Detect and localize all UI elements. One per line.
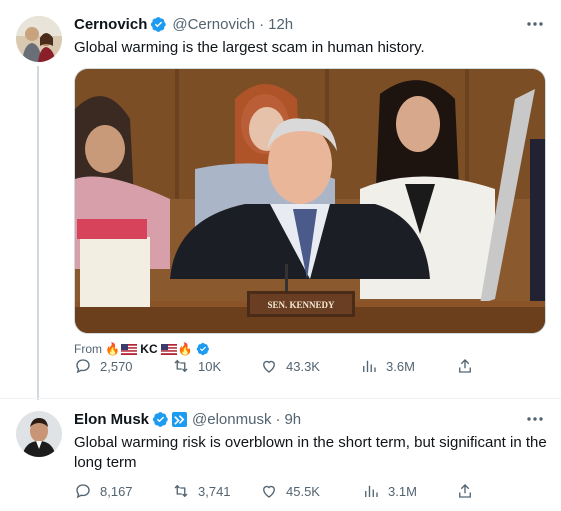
reply-count: 8,167: [100, 483, 133, 499]
view-count: 3.1M: [388, 483, 417, 499]
retweet-icon: [174, 484, 188, 498]
display-name[interactable]: Elon Musk: [74, 411, 149, 428]
more-icon[interactable]: [525, 411, 545, 427]
avatar[interactable]: [16, 16, 62, 62]
from-user[interactable]: KC: [140, 342, 157, 356]
verified-badge-icon[interactable]: [150, 16, 167, 33]
tweet-media-image[interactable]: SEN. KENNEDY: [74, 68, 546, 334]
timestamp[interactable]: 12h: [268, 16, 293, 33]
tweet-header: Cernovich @Cernovich · 12h: [74, 14, 549, 34]
from-label: From: [74, 342, 102, 356]
views-button[interactable]: 3.1M: [362, 481, 417, 501]
retweet-count: 10K: [198, 358, 222, 374]
views-icon: [363, 360, 376, 372]
fire-emoji: 🔥: [177, 342, 193, 356]
tweet-header: Elon Musk @elonmusk · 9h: [74, 409, 549, 429]
user-handle[interactable]: @elonmusk: [192, 411, 271, 428]
retweet-button[interactable]: 10K: [172, 356, 221, 376]
view-count: 3.6M: [386, 358, 415, 374]
retweet-icon: [174, 359, 188, 373]
tweet-elonmusk[interactable]: Elon Musk @elonmusk · 9h Global warming …: [0, 398, 561, 511]
reply-icon: [76, 484, 90, 499]
fire-emoji: 🔥: [105, 342, 121, 356]
like-button[interactable]: 43.3K: [260, 356, 320, 376]
separator-dot: ·: [275, 410, 281, 428]
views-icon: [365, 485, 378, 497]
affiliate-badge-icon[interactable]: [172, 411, 188, 427]
display-name[interactable]: Cernovich: [74, 16, 147, 33]
share-icon: [459, 484, 471, 498]
reply-icon: [76, 359, 90, 374]
reply-button[interactable]: 2,570: [74, 356, 133, 376]
like-button[interactable]: 45.5K: [260, 481, 320, 501]
retweet-button[interactable]: 3,741: [172, 481, 231, 501]
more-icon[interactable]: [525, 16, 545, 32]
thread-line: [37, 66, 39, 400]
tweet-cernovich[interactable]: Cernovich @Cernovich · 12h Global warmin…: [0, 0, 561, 400]
reply-count: 2,570: [100, 358, 133, 374]
views-button[interactable]: 3.6M: [360, 356, 415, 376]
like-count: 45.5K: [286, 483, 320, 499]
tweet-text: Global warming risk is overblown in the …: [74, 434, 547, 471]
retweet-count: 3,741: [198, 483, 231, 499]
separator-dot: ·: [259, 15, 265, 33]
like-count: 43.3K: [286, 358, 320, 374]
avatar[interactable]: [16, 411, 62, 457]
us-flag: [160, 343, 177, 355]
reply-button[interactable]: 8,167: [74, 481, 133, 501]
us-flag: [121, 343, 138, 355]
verified-badge-icon[interactable]: [152, 411, 169, 428]
tweet-text: Global warming is the largest scam in hu…: [74, 39, 425, 56]
heart-icon: [263, 485, 275, 498]
share-icon: [459, 359, 471, 373]
nameplate-text: SEN. KENNEDY: [267, 300, 335, 310]
user-handle[interactable]: @Cernovich: [172, 16, 255, 33]
heart-icon: [263, 360, 275, 373]
verified-badge-icon: [196, 342, 209, 356]
share-button[interactable]: [456, 356, 482, 376]
share-button[interactable]: [456, 481, 482, 501]
timestamp[interactable]: 9h: [284, 411, 301, 428]
